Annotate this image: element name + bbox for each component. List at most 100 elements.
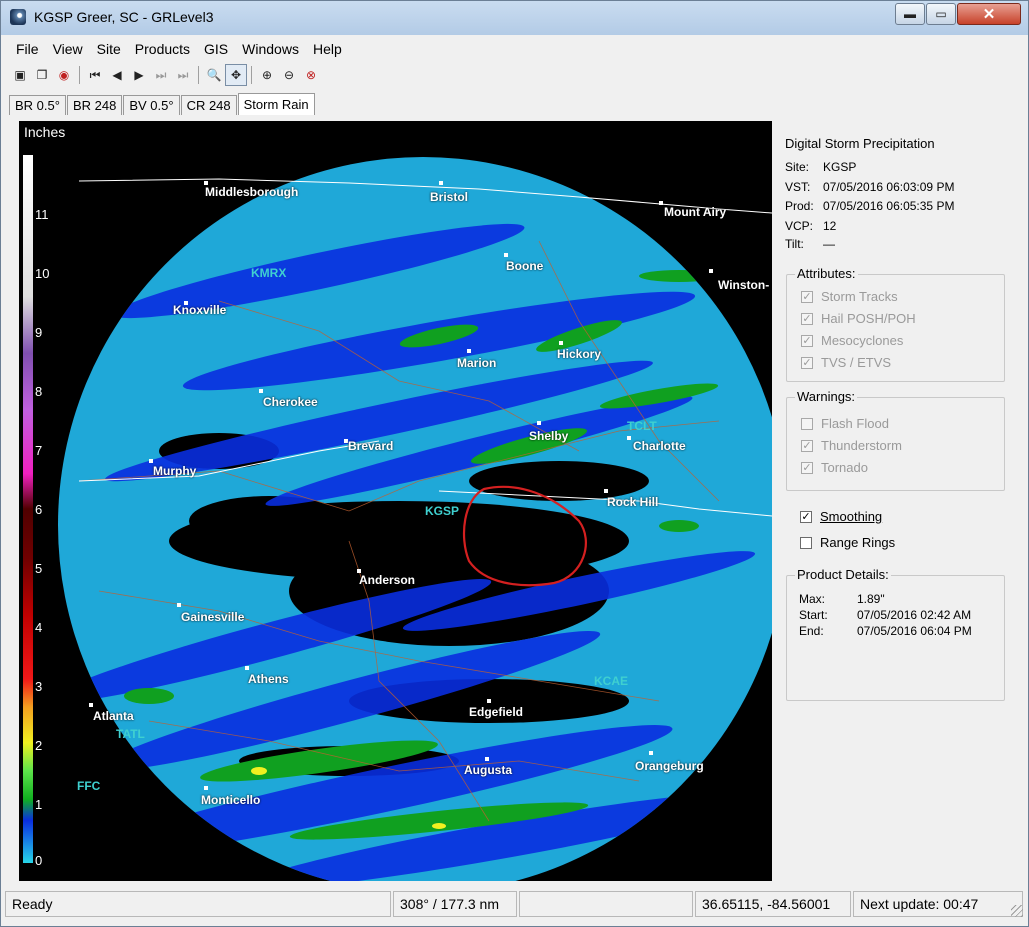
tab-storm-rain[interactable]: Storm Rain — [237, 93, 315, 115]
next-frame-icon[interactable]: ⏭ — [150, 64, 172, 86]
checkmark-icon: ✓ — [801, 461, 813, 474]
city-dot — [467, 349, 471, 353]
city-label: Athens — [248, 672, 289, 686]
window-title: KGSP Greer, SC - GRLevel3 — [34, 9, 214, 25]
legend-tick: 0 — [35, 853, 43, 868]
legend-tick: 10 — [35, 266, 50, 281]
site-row: Site: KGSP — [785, 160, 857, 174]
zoom-out-icon[interactable]: ⊖ — [278, 64, 300, 86]
city-dot — [439, 181, 443, 185]
city-label: Augusta — [464, 763, 512, 777]
city-dot — [604, 489, 608, 493]
radar-site-label[interactable]: KGSP — [425, 504, 459, 518]
status-bearing: 308° / 177.3 nm — [393, 891, 517, 917]
legend-tick: 7 — [35, 443, 43, 458]
zoom-reset-icon[interactable]: ⊗ — [300, 64, 322, 86]
zoom-icon[interactable]: 🔍 — [203, 64, 225, 86]
city-label: Hickory — [557, 347, 602, 361]
attr-storm-tracks[interactable]: ✓ Storm Tracks — [801, 289, 898, 304]
radar-site-label[interactable]: KCAE — [594, 674, 628, 688]
city-label: Knoxville — [173, 303, 227, 317]
menu-gis[interactable]: GIS — [197, 39, 235, 59]
city-label: Middlesborough — [205, 185, 299, 199]
radar-map[interactable]: Inches 11 10 9 8 7 6 5 4 3 2 1 0 Middles… — [19, 121, 772, 881]
city-dot — [485, 757, 489, 761]
product-tabs: BR 0.5° BR 248 BV 0.5° CR 248 Storm Rain — [9, 93, 316, 115]
tab-bv-0-5[interactable]: BV 0.5° — [123, 95, 180, 115]
legend-tick: 3 — [35, 679, 43, 694]
tab-br-248[interactable]: BR 248 — [66, 95, 123, 115]
city-dot — [149, 459, 153, 463]
menu-view[interactable]: View — [46, 39, 90, 59]
warn-flash-flood[interactable]: Flash Flood — [801, 416, 889, 431]
checkbox-icon — [801, 417, 813, 430]
first-frame-icon[interactable]: ⏮ — [84, 64, 106, 86]
start-row: Start: 07/05/2016 02:42 AM — [799, 608, 972, 622]
product-title: Digital Storm Precipitation — [785, 136, 935, 151]
tab-br-0-5[interactable]: BR 0.5° — [9, 95, 66, 115]
radar-site-label[interactable]: FFC — [77, 779, 100, 793]
close-icon: ✕ — [982, 6, 996, 23]
pan-icon[interactable]: ✥ — [225, 64, 247, 86]
status-ready: Ready — [5, 891, 391, 917]
city-dot — [177, 603, 181, 607]
warn-tornado[interactable]: ✓ Tornado — [801, 460, 868, 475]
city-label: Winston- — [718, 278, 770, 292]
maximize-icon: ▭ — [935, 7, 947, 21]
city-dot — [487, 699, 491, 703]
toolbar-separator — [79, 66, 80, 84]
toolbar: ▣ ❐ ◉ ⏮ ◀ ▶ ⏭ ⏭ 🔍 ✥ ⊕ ⊖ ⊗ — [9, 63, 322, 87]
zoom-in-icon[interactable]: ⊕ — [256, 64, 278, 86]
product-details-group: Product Details: Max: 1.89" Start: 07/05/2… — [786, 567, 1005, 701]
city-dot — [627, 436, 631, 440]
menu-site[interactable]: Site — [90, 39, 128, 59]
radar-site-label[interactable]: TCLT — [627, 419, 657, 433]
city-dot — [204, 786, 208, 790]
menu-file[interactable]: File — [9, 39, 46, 59]
attr-hail[interactable]: ✓ Hail POSH/POH — [801, 311, 916, 326]
title-bar[interactable]: KGSP Greer, SC - GRLevel3 ▬ ▭ ✕ — [1, 1, 1028, 35]
checkmark-icon: ✓ — [801, 356, 813, 369]
warn-thunderstorm[interactable]: ✓ Thunderstorm — [801, 438, 902, 453]
legend-tick: 4 — [35, 620, 43, 635]
minimize-button[interactable]: ▬ — [895, 3, 925, 25]
city-label: Marion — [457, 356, 497, 370]
colorbar — [23, 155, 33, 863]
city-label: Murphy — [153, 464, 197, 478]
city-label: Cherokee — [263, 395, 318, 409]
warnings-label: Warnings: — [795, 389, 858, 404]
status-spacer — [519, 891, 693, 917]
legend-tick: 6 — [35, 502, 43, 517]
menu-help[interactable]: Help — [306, 39, 349, 59]
radar-site-label[interactable]: TATL — [116, 727, 145, 741]
smoothing-checkbox[interactable]: ✓ Smoothing — [800, 509, 882, 524]
app-window: KGSP Greer, SC - GRLevel3 ▬ ▭ ✕ File Vie… — [0, 0, 1029, 927]
menu-products[interactable]: Products — [128, 39, 197, 59]
checkmark-icon: ✓ — [801, 439, 813, 452]
range-rings-checkbox[interactable]: Range Rings — [800, 535, 895, 550]
copy-image-icon[interactable]: ▣ — [9, 64, 31, 86]
city-dot — [649, 751, 653, 755]
resize-grip-icon[interactable] — [1011, 905, 1023, 917]
city-label: Bristol — [430, 190, 469, 204]
city-label: Anderson — [359, 573, 416, 587]
record-icon[interactable]: ◉ — [53, 64, 75, 86]
close-button[interactable]: ✕ — [957, 3, 1021, 25]
city-label: Gainesville — [181, 610, 245, 624]
radar-site-label[interactable]: KMRX — [251, 266, 286, 280]
last-frame-icon[interactable]: ⏭ — [172, 64, 194, 86]
prev-frame-icon[interactable]: ◀ — [106, 64, 128, 86]
attr-mesocyclones[interactable]: ✓ Mesocyclones — [801, 333, 903, 348]
city-label: Orangeburg — [635, 759, 704, 773]
checkmark-icon: ✓ — [801, 334, 813, 347]
menu-windows[interactable]: Windows — [235, 39, 306, 59]
city-label: Edgefield — [469, 705, 524, 719]
play-icon[interactable]: ▶ — [128, 64, 150, 86]
city-label: Boone — [506, 259, 544, 273]
maximize-button[interactable]: ▭ — [926, 3, 956, 25]
info-panel: Digital Storm Precipitation Site: KGSP VS… — [777, 121, 1017, 881]
warnings-group: Warnings: Flash Flood ✓ Thunderstorm ✓ Tor… — [786, 389, 1005, 491]
tab-cr-248[interactable]: CR 248 — [180, 95, 237, 115]
attr-tvs[interactable]: ✓ TVS / ETVS — [801, 355, 891, 370]
copy-icon[interactable]: ❐ — [31, 64, 53, 86]
